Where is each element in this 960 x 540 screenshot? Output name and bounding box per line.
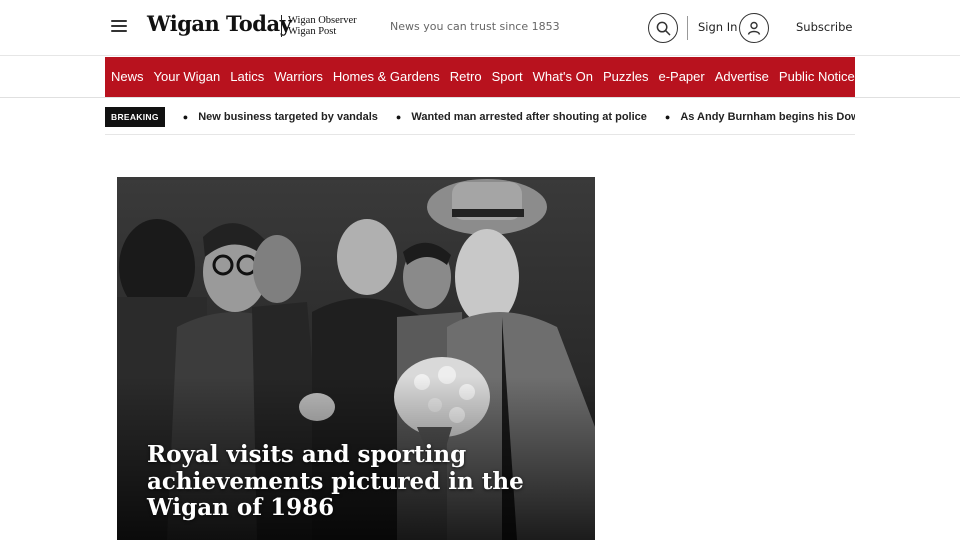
- site-header: Wigan Today Wigan Observer Wigan Post Ne…: [0, 0, 960, 56]
- site-logo[interactable]: Wigan Today: [147, 11, 292, 36]
- nav-item-retro[interactable]: Retro: [450, 57, 482, 97]
- ticker-divider: [105, 134, 855, 135]
- nav-divider: [0, 97, 960, 98]
- nav-item-news[interactable]: News: [111, 57, 144, 97]
- sign-in-link[interactable]: Sign In: [698, 20, 737, 34]
- nav-item-warriors[interactable]: Warriors: [274, 57, 323, 97]
- hero-headline[interactable]: Royal visits and sporting achievements p…: [147, 441, 577, 522]
- nav-item-puzzles[interactable]: Puzzles: [603, 57, 649, 97]
- main-nav: News Your Wigan Latics Warriors Homes & Gard…: [105, 57, 855, 97]
- hero-story-card[interactable]: Royal visits and sporting achievements p…: [117, 177, 595, 540]
- ticker-item[interactable]: Wanted man arrested after shouting at po…: [396, 111, 647, 123]
- nav-item-e-paper[interactable]: e-Paper: [658, 57, 704, 97]
- nav-item-whats-on[interactable]: What's On: [533, 57, 593, 97]
- nav-item-homes-gardens[interactable]: Homes & Gardens: [333, 57, 440, 97]
- search-button[interactable]: [648, 13, 678, 43]
- nav-item-advertise[interactable]: Advertise: [715, 57, 769, 97]
- sister-title-post: Wigan Post: [288, 26, 337, 37]
- site-tagline: News you can trust since 1853: [390, 20, 560, 33]
- subscribe-link[interactable]: Subscribe: [796, 20, 853, 34]
- ticker-item[interactable]: New business targeted by vandals: [183, 111, 378, 123]
- header-divider: [687, 16, 688, 40]
- user-icon: [747, 21, 761, 35]
- nav-item-public-notices[interactable]: Public Notices: [779, 57, 855, 97]
- nav-item-your-wigan[interactable]: Your Wigan: [154, 57, 221, 97]
- nav-item-sport[interactable]: Sport: [492, 57, 523, 97]
- breaking-badge: BREAKING: [105, 106, 165, 127]
- search-icon: [656, 21, 670, 35]
- account-button[interactable]: [739, 13, 769, 43]
- nav-item-latics[interactable]: Latics: [230, 57, 264, 97]
- ticker-item[interactable]: As Andy Burnham begins his Downing Stree…: [665, 111, 855, 123]
- breaking-news-ticker: BREAKING New business targeted by vandals…: [105, 106, 855, 128]
- hamburger-menu-icon[interactable]: [111, 20, 127, 34]
- sister-title-observer: Wigan Observer: [288, 15, 357, 26]
- sister-titles: Wigan Observer Wigan Post: [281, 15, 357, 37]
